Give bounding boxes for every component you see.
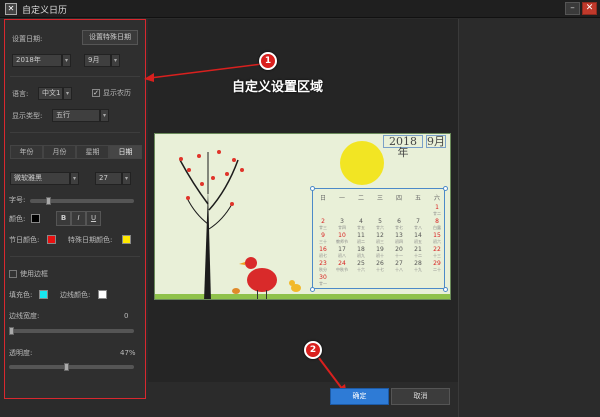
border-color-label: 边线颜色:	[60, 291, 91, 299]
divider	[10, 256, 140, 257]
display-type-select[interactable]: 五行	[52, 109, 100, 122]
resize-handle[interactable]	[310, 186, 315, 191]
minimize-icon[interactable]: –	[565, 2, 580, 15]
use-border-label: 使用边框	[20, 270, 48, 278]
tab-date[interactable]: 日期	[109, 145, 142, 159]
divider	[10, 76, 140, 77]
border-color-swatch[interactable]	[98, 290, 107, 299]
bold-button[interactable]: B	[56, 211, 71, 226]
font-select[interactable]: 微软雅黑	[10, 172, 70, 185]
fill-color-swatch[interactable]	[39, 290, 48, 299]
month-dropdown-icon[interactable]: ▾	[111, 54, 120, 67]
opacity-label: 透明度:	[9, 349, 33, 357]
font-dropdown-icon[interactable]: ▾	[70, 172, 79, 185]
opacity-slider[interactable]	[9, 365, 134, 369]
language-dropdown-icon[interactable]: ▾	[63, 87, 72, 100]
annotation-marker-1: 1	[259, 52, 277, 70]
fill-color-label: 填充色:	[9, 291, 33, 299]
window-title: 自定义日历	[22, 6, 68, 16]
calendar-preview: 2018年 9月 日一二三四五六 1 廿二 2 廿三 3 廿四 4 廿五 5 廿六 6 廿七 7 廿八 8 白露…	[154, 133, 451, 300]
preview-year: 2018年	[383, 135, 423, 158]
holiday-color-label: 节日颜色:	[9, 236, 40, 244]
opacity-value: 47%	[120, 349, 136, 357]
underline-button[interactable]: U	[86, 211, 101, 226]
close-icon[interactable]: ✕	[582, 2, 597, 15]
language-label: 语言:	[12, 90, 29, 98]
language-select[interactable]: 中文1	[38, 87, 63, 100]
resize-handle[interactable]	[443, 186, 448, 191]
border-width-label: 边线宽度:	[9, 312, 40, 320]
tab-weekday[interactable]: 星期	[76, 145, 109, 159]
calendar-day: 1 廿二	[433, 204, 441, 217]
calendar-day: 22 十三	[433, 246, 441, 259]
cancel-button[interactable]: 取消	[391, 388, 450, 405]
tab-year[interactable]: 年份	[10, 145, 43, 159]
lunar-checkbox[interactable]: ✓	[92, 89, 100, 97]
year-select[interactable]: 2018年	[12, 54, 62, 67]
calendar-day: 29 二十	[433, 260, 441, 273]
lunar-checkbox-label: 显示农历	[103, 89, 131, 97]
border-width-value: 0	[124, 312, 129, 320]
tab-month[interactable]: 月份	[43, 145, 76, 159]
title-bar: ✕ 自定义日历 – ✕	[0, 0, 600, 18]
resize-handle[interactable]	[443, 287, 448, 292]
set-date-label: 设置日期:	[12, 35, 43, 43]
annotation-callout-1: 自定义设置区域	[232, 80, 324, 95]
special-color-swatch[interactable]	[122, 235, 131, 244]
year-dropdown-icon[interactable]: ▾	[62, 54, 71, 67]
calendar-day: 15 初六	[433, 232, 441, 245]
app-icon: ✕	[5, 3, 17, 15]
opacity-slider-handle[interactable]	[64, 363, 69, 371]
display-type-dropdown-icon[interactable]: ▾	[100, 109, 109, 122]
border-width-slider[interactable]	[9, 329, 134, 333]
preview-month: 9月	[426, 135, 446, 148]
color-label: 颜色:	[9, 215, 26, 223]
size-label: 字号:	[9, 196, 26, 204]
calendar-grid[interactable]: 日一二三四五六 1 廿二 2 廿三 3 廿四 4 廿五 5 廿六 6 廿七 7 廿八 8 白露 9 三十 10 教师节 1…	[310, 186, 448, 292]
italic-button[interactable]: I	[71, 211, 86, 226]
divider	[10, 132, 140, 133]
special-date-button[interactable]: 设置特殊日期	[82, 30, 138, 45]
border-width-slider-handle[interactable]	[9, 327, 14, 335]
use-border-checkbox[interactable]	[9, 270, 17, 278]
weekday-header: 六	[433, 195, 440, 202]
month-select[interactable]: 9月	[84, 54, 111, 67]
ok-button[interactable]: 确定	[330, 388, 389, 405]
divider	[458, 19, 459, 417]
calendar-day: 8 白露	[433, 218, 441, 231]
font-size-dropdown-icon[interactable]: ▾	[122, 172, 131, 185]
holiday-color-swatch[interactable]	[47, 235, 56, 244]
calendar-day: 30 廿一	[319, 274, 327, 287]
font-size-select[interactable]: 27	[95, 172, 122, 185]
size-slider-handle[interactable]	[46, 197, 51, 205]
display-type-label: 显示类型:	[12, 112, 43, 120]
text-color-swatch[interactable]	[31, 214, 40, 223]
special-color-label: 特殊日期颜色:	[68, 236, 113, 244]
